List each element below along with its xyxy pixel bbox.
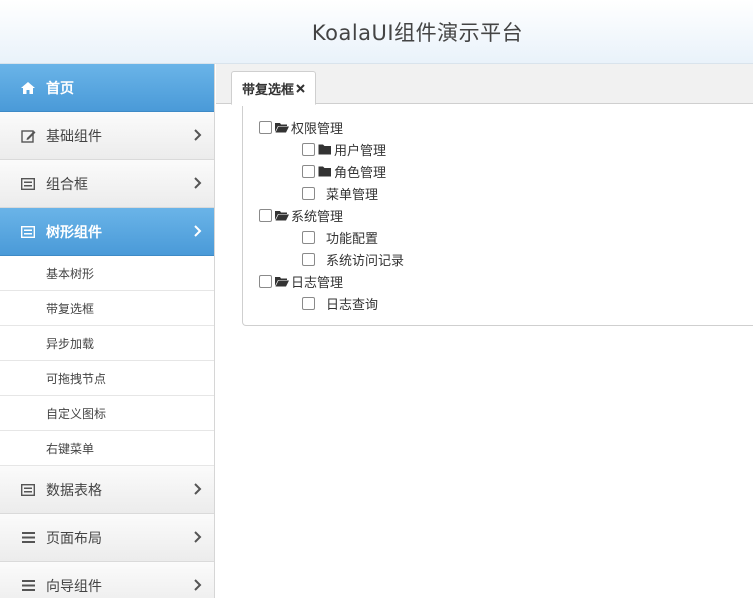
folder-open-icon (275, 122, 289, 132)
tree-node: 角色管理 (302, 161, 386, 181)
tree-panel: 权限管理 用户管理 角色管理 菜单管理 系统管理 功能配置 系统访问记录 日志管… (242, 106, 753, 326)
tab-bar: 带复选框 (216, 64, 753, 105)
tree-checkbox[interactable] (302, 296, 315, 310)
tree-node: 用户管理 (302, 139, 386, 159)
sidebar-item-tree-components[interactable]: 树形组件 (0, 208, 214, 256)
folder-icon (318, 166, 331, 176)
app-title: KoalaUI组件演示平台 (311, 20, 524, 45)
tree-node: 功能配置 (302, 227, 378, 247)
tree-node-label[interactable]: 日志管理 (291, 272, 343, 291)
tree-node-label[interactable]: 功能配置 (326, 228, 378, 247)
sidebar-subitem-async-load[interactable]: 异步加载 (0, 326, 214, 361)
tree-node: 系统管理 (259, 205, 343, 225)
tree-node: 菜单管理 (302, 183, 378, 203)
tree-node-label[interactable]: 用户管理 (334, 140, 386, 159)
folder-open-icon (275, 210, 289, 220)
sidebar-item-page-layout[interactable]: 页面布局 (0, 514, 214, 562)
sidebar-item-label: 数据表格 (46, 482, 102, 499)
tree-node-label[interactable]: 系统访问记录 (326, 250, 404, 269)
sidebar-item-label: 页面布局 (46, 530, 102, 547)
sidebar-item-label: 组合框 (46, 176, 88, 193)
close-icon[interactable] (296, 83, 305, 93)
sidebar-item-combobox[interactable]: 组合框 (0, 160, 214, 208)
tab-checkbox-tree[interactable]: 带复选框 (231, 71, 317, 105)
sidebar-item-home[interactable]: 首页 (0, 64, 214, 112)
sidebar-subitem-custom-icons[interactable]: 自定义图标 (0, 396, 214, 431)
sidebar-subitem-basic-tree[interactable]: 基本树形 (0, 256, 214, 291)
bars-icon (19, 530, 37, 546)
tree-node: 权限管理 (259, 117, 343, 137)
sidebar-subitem-checkbox-tree[interactable]: 带复选框 (0, 291, 214, 326)
tree-node-label[interactable]: 系统管理 (291, 206, 343, 225)
sidebar-item-label: 向导组件 (46, 578, 102, 595)
chevron-right-icon (194, 531, 202, 543)
edit-icon (19, 128, 37, 144)
tab-label: 带复选框 (242, 82, 295, 98)
tree-node: 日志查询 (302, 293, 378, 313)
sidebar-subitem-context-menu[interactable]: 右键菜单 (0, 431, 214, 466)
chevron-right-icon (194, 129, 202, 141)
tree-node-label[interactable]: 权限管理 (291, 118, 343, 137)
tree-checkbox[interactable] (302, 142, 315, 156)
tree-node: 系统访问记录 (302, 249, 404, 269)
sidebar-item-label: 基础组件 (46, 128, 102, 145)
list-box-icon (19, 224, 37, 240)
tree-checkbox[interactable] (259, 274, 272, 288)
sidebar-subitem-draggable-nodes[interactable]: 可拖拽节点 (0, 361, 214, 396)
chevron-right-icon (194, 483, 202, 495)
chevron-right-icon (194, 177, 202, 189)
bars-icon (19, 578, 37, 594)
tree-checkbox[interactable] (302, 230, 315, 244)
tree-checkbox[interactable] (302, 252, 315, 266)
tree-checkbox[interactable] (302, 186, 315, 200)
folder-icon (318, 144, 331, 154)
list-box-icon (19, 482, 37, 498)
app-header: KoalaUI组件演示平台 (0, 0, 753, 64)
sidebar-item-label: 树形组件 (46, 224, 102, 241)
chevron-right-icon (194, 225, 202, 237)
list-box-icon (19, 176, 37, 192)
sidebar-item-data-grid[interactable]: 数据表格 (0, 466, 214, 514)
main-content: 带复选框 权限管理 用户管理 角色管理 菜单管理 系统管理 功能配置 系统访问记… (216, 64, 753, 598)
tree-node-label[interactable]: 菜单管理 (326, 184, 378, 203)
tree-node-label[interactable]: 日志查询 (326, 294, 378, 313)
tree-checkbox[interactable] (302, 164, 315, 178)
sidebar-item-basic-components[interactable]: 基础组件 (0, 112, 214, 160)
chevron-right-icon (194, 579, 202, 591)
folder-open-icon (275, 276, 289, 286)
tree-node: 日志管理 (259, 271, 343, 291)
sidebar-item-label: 首页 (46, 80, 74, 97)
sidebar: 首页 基础组件 组合框 树形组件 基本树形 带复选框 异步加载 可拖拽节点 自定… (0, 64, 215, 598)
sidebar-item-wizard[interactable]: 向导组件 (0, 562, 214, 598)
tree-checkbox[interactable] (259, 208, 272, 222)
tree-node-label[interactable]: 角色管理 (334, 162, 386, 181)
tree-checkbox[interactable] (259, 120, 272, 134)
home-icon (19, 80, 37, 96)
